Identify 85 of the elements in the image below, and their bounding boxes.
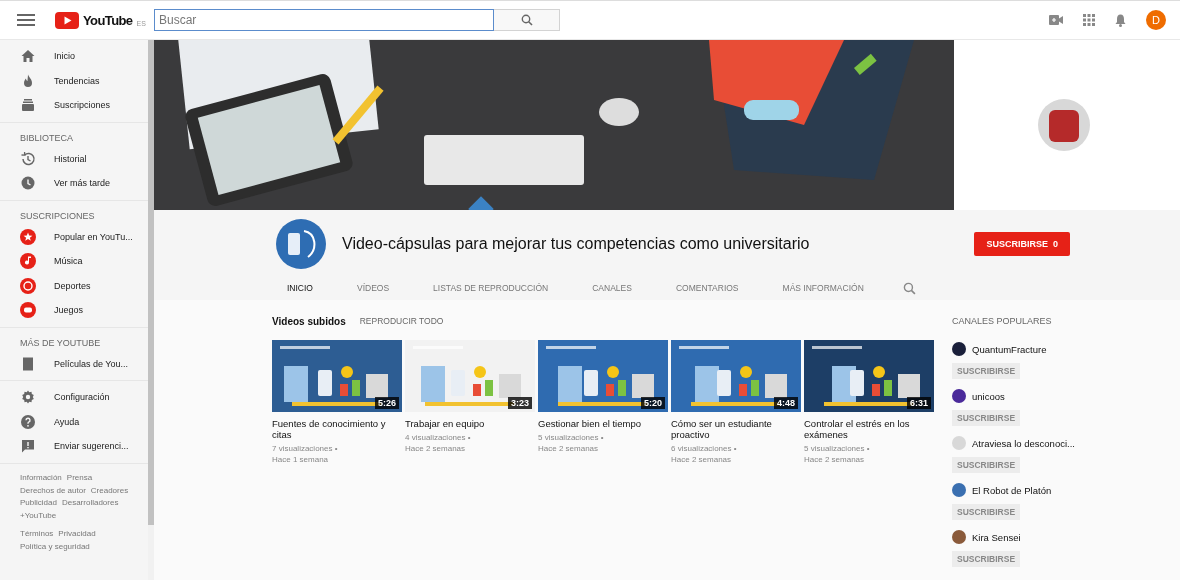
nav-icon [20,355,36,372]
channel-name[interactable]: QuantumFracture [972,343,1047,355]
nav-icon [20,150,36,167]
video-title[interactable]: Trabajar en equipo [405,418,535,429]
section-title[interactable]: Videos subidos [272,315,346,327]
video-duration: 5:20 [641,397,665,409]
nav-icon [20,413,36,430]
footer-link[interactable]: Información [20,473,62,483]
channel-name[interactable]: unicoos [972,390,1005,402]
logo-icon [55,11,79,29]
section-heading: SUSCRIPCIONES [19,209,96,223]
sidebar-item[interactable]: Música [0,249,148,274]
upload-age: Hace 2 semanas [405,443,467,454]
sidebar-item[interactable]: Popular en YouTu... [0,224,148,249]
subscribe-button[interactable]: SUSCRIBIRSE 0 [974,232,1070,256]
video-duration: 3:23 [508,397,532,409]
channel-tab[interactable]: VÍDEOS [342,278,405,302]
view-count: 4 visualizaciones • [405,432,472,443]
video-title[interactable]: Cómo ser un estudiante proactivo [671,418,801,440]
logo-text[interactable]: YouTube [83,12,133,28]
search-icon [520,14,533,26]
channel-name[interactable]: El Robot de Platón [972,484,1052,496]
view-count: 6 visualizaciones • [671,443,738,454]
channel-tab[interactable]: CANALES [577,278,647,302]
footer-link[interactable]: Desarrolladores [61,498,119,508]
nav-icon [20,175,36,192]
nav-icon [20,97,36,114]
upload-age: Hace 1 semana [272,454,330,465]
sidebar-item[interactable]: Películas de You... [0,351,148,376]
footer-link[interactable]: +YouTube [20,510,57,520]
section-heading: BIBLIOTECA [19,131,74,145]
footer-link[interactable]: Creadores [90,485,129,495]
sidebar-item[interactable]: Enviar sugerenci... [0,434,148,459]
channel-icon [20,277,36,294]
sidebar-item[interactable]: Tendencias [0,68,148,93]
footer-link[interactable]: Publicidad [20,498,57,508]
video-duration: 4:48 [774,397,798,409]
footer-link[interactable]: Política y seguridad [20,541,90,551]
sidebar-item[interactable]: Ayuda [0,409,148,434]
sidebar-item[interactable]: Configuración [0,385,148,410]
sidebar-item[interactable]: Inicio [0,44,148,69]
upload-age: Hace 2 semanas [671,454,733,465]
channel-tab[interactable]: COMENTARIOS [660,278,754,302]
footer-link[interactable]: Derechos de autor [20,485,86,495]
play-all-link[interactable]: REPRODUCIR TODO [359,316,444,326]
footer-link[interactable]: Prensa [66,473,93,483]
view-count: 5 visualizaciones • [804,443,871,454]
video-title[interactable]: Gestionar bien el tiempo [538,418,668,429]
channel-icon [20,302,36,319]
view-count: 5 visualizaciones • [538,432,605,443]
section-heading: MÁS DE YOUTUBE [19,336,102,350]
channel-avatar-icon [276,219,326,269]
view-count: 7 visualizaciones • [272,443,339,454]
channel-title: Video-cápsulas para mejorar tus competencias como universitario [342,235,810,253]
search-field[interactable]: Buscar [154,9,494,31]
section-heading: CANALES POPULARES [952,315,1053,328]
channel-icon [20,253,36,270]
video-duration: 6:31 [907,397,931,409]
sidebar-item[interactable]: Ver más tarde [0,171,148,196]
video-title[interactable]: Controlar el estrés en los exámenes [804,418,934,440]
upload-age: Hace 2 semanas [538,443,600,454]
channel-name[interactable]: Kira Sensei [972,531,1021,543]
channel-tab[interactable]: LISTAS DE REPRODUCCIÓN [418,278,564,302]
channel-icon [20,228,36,245]
nav-icon [20,48,36,65]
nav-icon [20,438,36,455]
video-camera-icon[interactable] [1049,15,1063,25]
footer-link[interactable]: Términos [20,529,54,539]
channel-avatar-icon[interactable] [952,389,966,403]
menu-icon[interactable] [17,13,35,27]
video-duration: 5:26 [375,397,399,409]
channel-name[interactable]: Atraviesa lo desconoci... [972,437,1075,449]
sidebar-item[interactable]: Juegos [0,298,148,323]
sidebar-item[interactable]: Historial [0,146,148,171]
sidebar-item[interactable]: Deportes [0,273,148,298]
channel-tab[interactable]: MÁS INFORMACIÓN [767,278,879,302]
video-title[interactable]: Fuentes de conocimiento y citas [272,418,402,440]
footer-link[interactable]: Privacidad [58,529,96,539]
apps-grid-icon[interactable] [1083,14,1095,26]
sidebar-item[interactable]: Suscripciones [0,93,148,118]
channel-avatar-icon[interactable] [952,342,966,356]
nav-icon [20,389,36,406]
search-icon[interactable] [902,281,916,295]
upload-age: Hace 2 semanas [804,454,866,465]
notifications-icon[interactable] [1115,13,1126,27]
